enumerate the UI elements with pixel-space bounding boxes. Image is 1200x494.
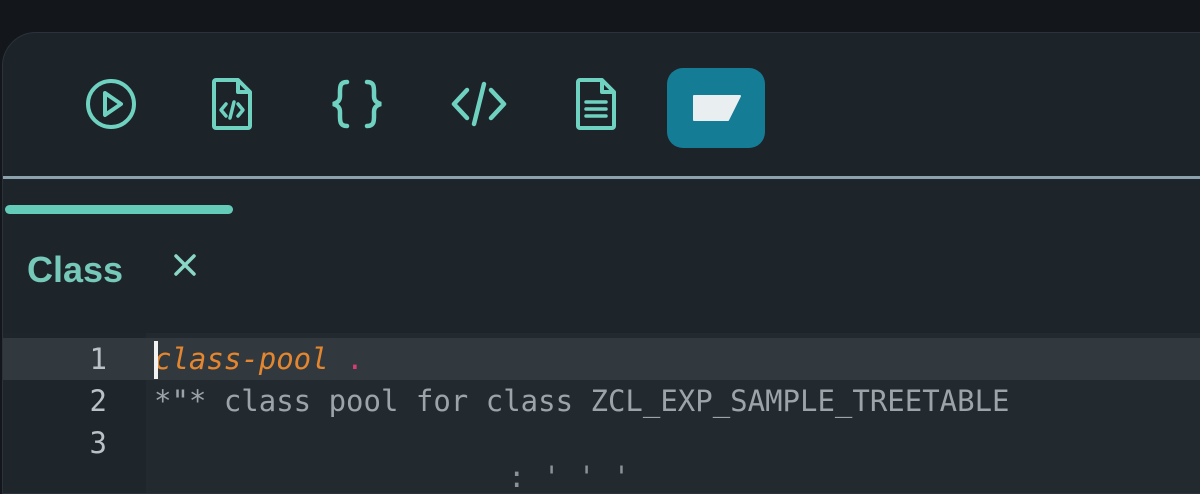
close-icon — [174, 254, 196, 276]
file-code-icon — [212, 78, 252, 130]
play-circle-icon — [86, 79, 136, 129]
partial-code-line: : ' ' ' — [508, 460, 631, 494]
tab-label: Class — [27, 249, 124, 290]
app-window: Class 1 class-pool . 2 *"* class pool fo… — [2, 32, 1200, 494]
code-tag-icon — [451, 81, 507, 127]
statement-terminator: . — [346, 342, 364, 376]
code-line-1[interactable]: 1 class-pool . — [3, 338, 1200, 380]
run-button[interactable] — [78, 71, 144, 137]
tab-bar: Class — [3, 179, 1200, 333]
editor-mode-button[interactable] — [667, 68, 765, 148]
active-tab-indicator — [5, 205, 233, 214]
label-shape-icon — [693, 95, 741, 121]
code-button[interactable] — [446, 71, 512, 137]
code-line-3[interactable]: 3 — [3, 422, 1200, 464]
code-comment: *"* class pool for class ZCL_EXP_SAMPLE_… — [154, 384, 1010, 418]
file-code-button[interactable] — [199, 71, 265, 137]
document-button[interactable] — [563, 71, 629, 137]
tab-close-button[interactable] — [165, 245, 205, 285]
code-line-2[interactable]: 2 *"* class pool for class ZCL_EXP_SAMPL… — [3, 380, 1200, 422]
tab-class[interactable]: Class — [3, 205, 235, 332]
toolbar — [3, 33, 1200, 176]
line-number: 1 — [89, 342, 107, 376]
code-text: class-pool . — [154, 338, 364, 380]
line-number: 3 — [89, 426, 107, 460]
braces-button[interactable] — [324, 71, 390, 137]
line-number: 2 — [89, 384, 107, 418]
curly-braces-icon — [332, 79, 382, 129]
keyword-class-pool: class-pool — [154, 342, 329, 376]
code-editor[interactable]: 1 class-pool . 2 *"* class pool for clas… — [3, 333, 1200, 494]
document-text-icon — [576, 78, 616, 130]
text-cursor — [154, 341, 158, 379]
